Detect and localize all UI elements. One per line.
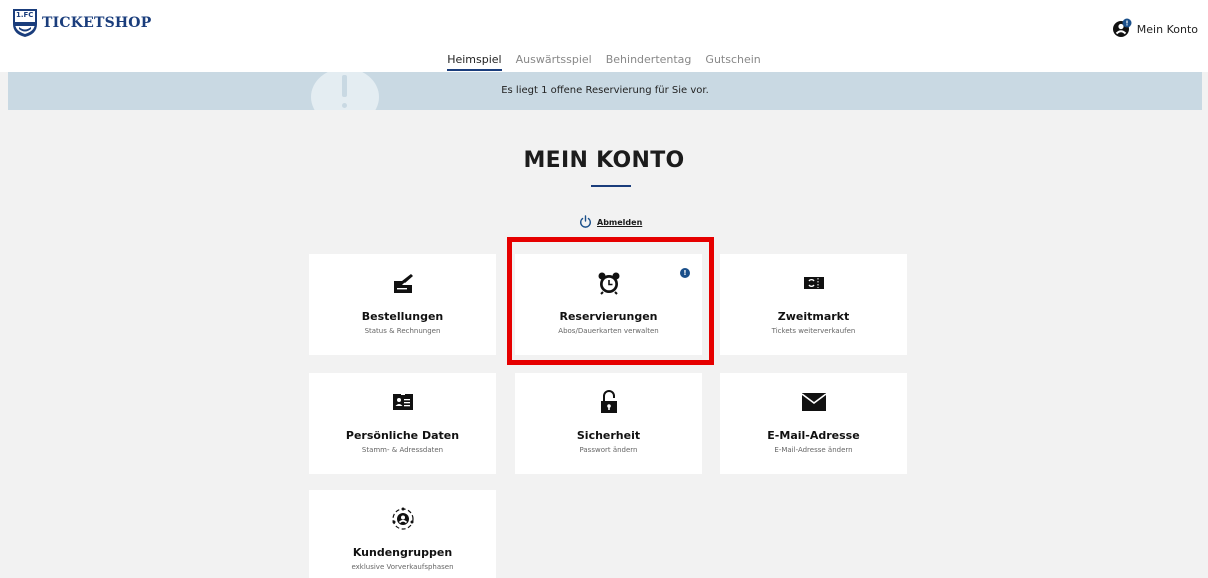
id-card-icon	[392, 393, 414, 415]
card-kundengruppen[interactable]: Kundengruppen exklusive Vorverkaufsphase…	[309, 490, 496, 578]
card-zweitmarkt[interactable]: Zweitmarkt Tickets weiterverkaufen	[720, 254, 907, 355]
card-title: Reservierungen	[559, 310, 658, 323]
tab-heimspiel[interactable]: Heimspiel	[447, 53, 502, 71]
card-title: Bestellungen	[361, 310, 444, 323]
club-crest-icon: 1.FC	[12, 8, 38, 38]
brand-name: TICKETSHOP	[42, 15, 152, 31]
card-subtitle: E-Mail-Adresse ändern	[774, 446, 853, 454]
card-subtitle: Abos/Dauerkarten verwalten	[558, 327, 659, 335]
card-title: Zweitmarkt	[777, 310, 850, 323]
user-alert-icon	[1112, 18, 1132, 41]
page-title: MEIN KONTO	[523, 148, 685, 173]
header: 1.FC TICKETSHOP Mein Konto Heimspiel Aus…	[0, 0, 1208, 72]
account-label: Mein Konto	[1136, 23, 1198, 36]
card-subtitle: exklusive Vorverkaufsphasen	[351, 563, 454, 571]
logout-button[interactable]: Abmelden	[579, 213, 642, 232]
alarm-clock-icon	[597, 271, 621, 299]
card-title: Sicherheit	[576, 429, 641, 442]
card-title: Kundengruppen	[352, 546, 453, 559]
card-persoenliche-daten[interactable]: Persönliche Daten Stamm- & Adressdaten	[309, 373, 496, 474]
tab-behindertentag[interactable]: Behindertentag	[606, 53, 692, 71]
logout-label: Abmelden	[597, 218, 643, 227]
lock-icon	[599, 390, 619, 418]
customer-group-icon	[391, 507, 415, 535]
envelope-icon	[801, 392, 827, 416]
order-icon	[392, 272, 414, 298]
reservation-notice: Es liegt 1 offene Reservierung für Sie v…	[8, 72, 1202, 110]
power-icon	[579, 213, 592, 232]
ticketshop-logo[interactable]: 1.FC TICKETSHOP	[12, 8, 151, 38]
ticket-exchange-icon	[803, 275, 825, 295]
card-reservierungen[interactable]: ! Reservierungen Abos/Dauerkarten verwal…	[515, 254, 702, 355]
card-title: E-Mail-Adresse	[767, 429, 860, 442]
account-menu[interactable]: Mein Konto	[1112, 18, 1198, 41]
card-email-adresse[interactable]: E-Mail-Adresse E-Mail-Adresse ändern	[720, 373, 907, 474]
card-subtitle: Passwort ändern	[579, 446, 638, 454]
alert-badge: !	[680, 268, 690, 278]
crest-text: 1.FC	[16, 11, 34, 19]
main-nav: Heimspiel Auswärtsspiel Behindertentag G…	[0, 53, 1208, 71]
card-sicherheit[interactable]: Sicherheit Passwort ändern	[515, 373, 702, 474]
title-underline	[591, 185, 631, 187]
tab-gutschein[interactable]: Gutschein	[705, 53, 760, 71]
card-subtitle: Tickets weiterverkaufen	[771, 327, 856, 335]
tab-auswaertsspiel[interactable]: Auswärtsspiel	[516, 53, 592, 71]
card-title: Persönliche Daten	[345, 429, 460, 442]
card-bestellungen[interactable]: Bestellungen Status & Rechnungen	[309, 254, 496, 355]
card-subtitle: Stamm- & Adressdaten	[361, 446, 444, 454]
notice-text: Es liegt 1 offene Reservierung für Sie v…	[501, 85, 709, 96]
card-subtitle: Status & Rechnungen	[364, 327, 441, 335]
